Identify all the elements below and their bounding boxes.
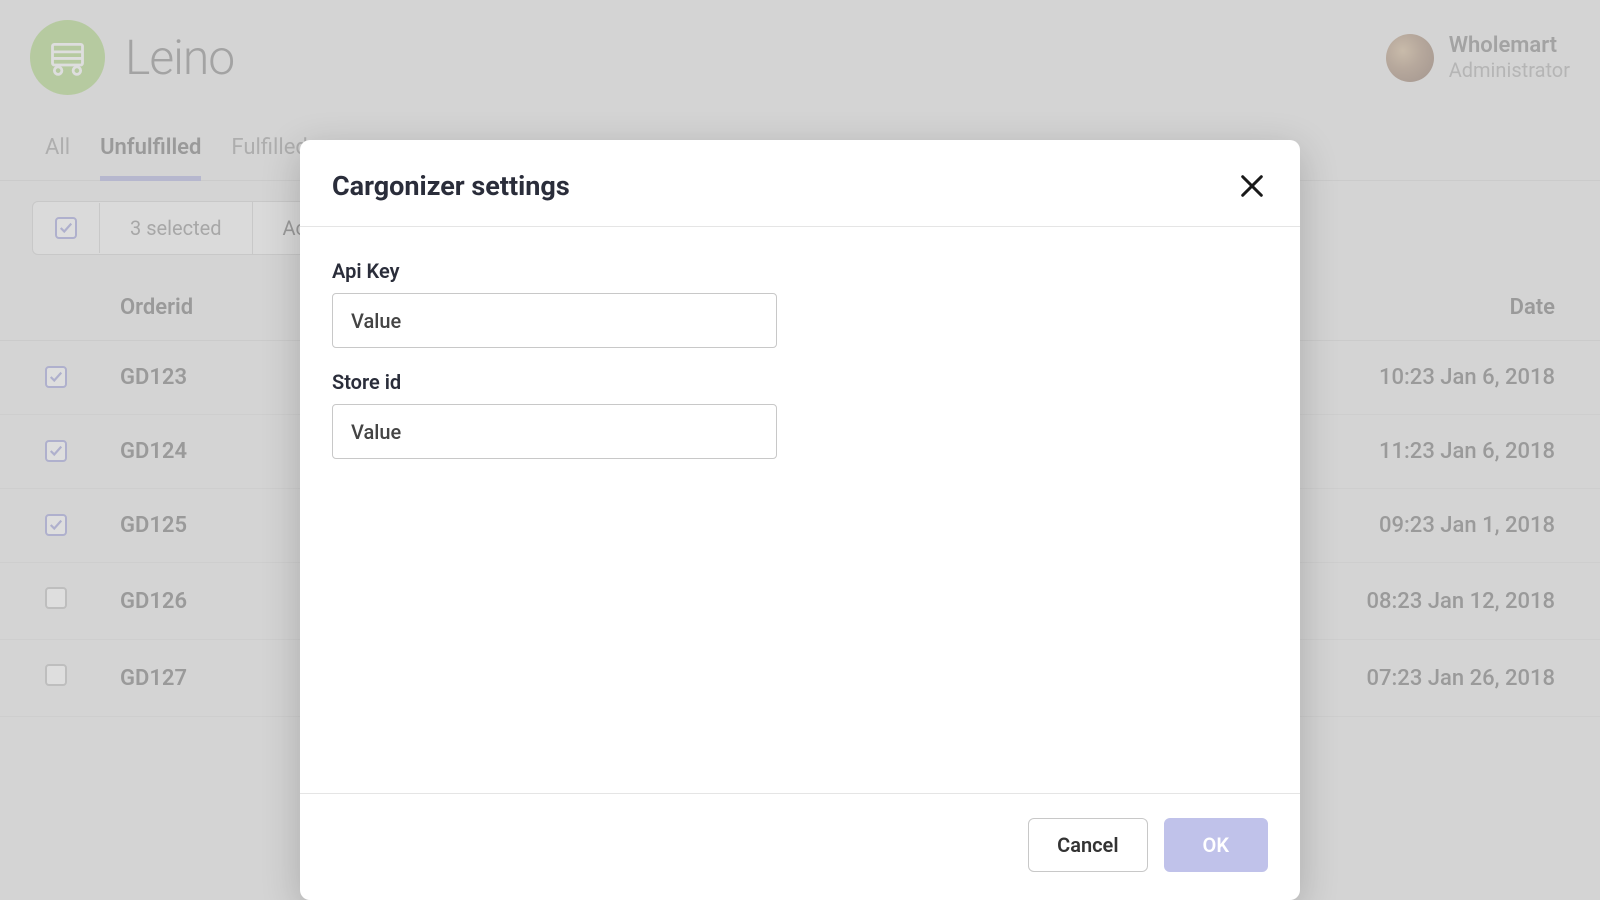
modal-title: Cargonizer settings [332,170,570,202]
close-button[interactable] [1236,170,1268,202]
cancel-button[interactable]: Cancel [1028,818,1147,872]
settings-modal: Cargonizer settings Api Key Store id Can… [300,140,1300,900]
modal-header: Cargonizer settings [300,140,1300,227]
store-id-label: Store id [332,370,1268,394]
close-icon [1238,172,1266,200]
modal-overlay: Cargonizer settings Api Key Store id Can… [0,0,1600,900]
api-key-input[interactable] [332,293,777,348]
api-key-group: Api Key [332,259,1268,348]
store-id-input[interactable] [332,404,777,459]
store-id-group: Store id [332,370,1268,459]
modal-body: Api Key Store id [300,227,1300,793]
ok-button[interactable]: OK [1164,818,1268,872]
api-key-label: Api Key [332,259,1268,283]
modal-footer: Cancel OK [300,793,1300,900]
